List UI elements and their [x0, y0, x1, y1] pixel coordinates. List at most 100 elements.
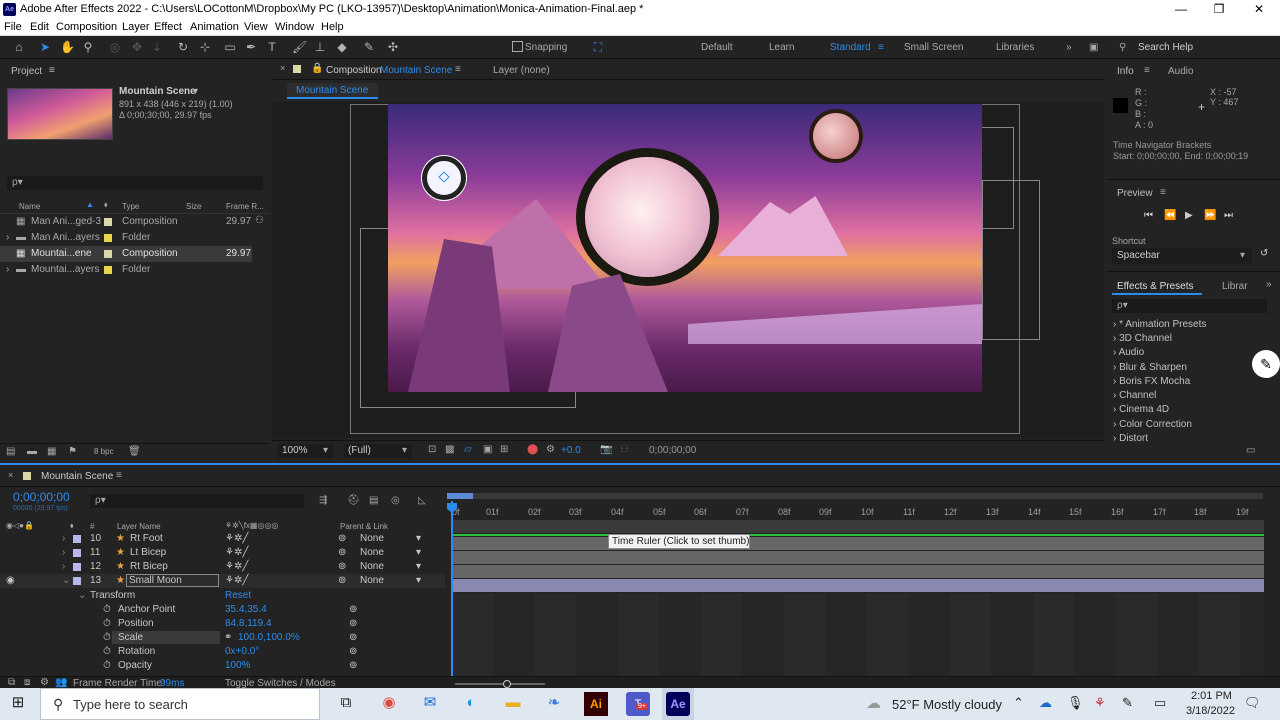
number-column[interactable]: # [90, 522, 94, 531]
file-explorer-icon[interactable]: ▬ [498, 688, 528, 718]
hand-tool-icon[interactable]: ✋ [60, 40, 75, 54]
menu-edit[interactable]: Edit [30, 21, 49, 33]
delete-icon[interactable]: 🗑 [128, 446, 141, 457]
play-icon[interactable]: ▶ [1185, 210, 1193, 221]
expand-arrow-icon[interactable]: › [62, 561, 65, 572]
snapping-checkbox[interactable] [512, 41, 523, 52]
effects-list-item[interactable]: › Boris FX Mocha [1113, 376, 1190, 387]
menu-animation[interactable]: Animation [190, 21, 239, 33]
layer-bar[interactable] [452, 565, 1264, 578]
rectangle-tool-icon[interactable]: ▭ [223, 40, 237, 54]
task-view-icon[interactable]: ⧉ [331, 688, 361, 718]
comp-tab-prefix[interactable]: Composition [326, 65, 382, 76]
reset-icon[interactable]: ↺ [1260, 248, 1268, 259]
project-item[interactable]: ▦ Man Ani...ged-3 Composition 29.97 ⚇ [0, 214, 270, 230]
expression-pickwhip-icon[interactable]: ⊚ [349, 660, 357, 671]
render-time-icon[interactable]: 👥 [55, 677, 67, 688]
label-swatch[interactable] [104, 250, 112, 258]
layer-switches-icons[interactable]: ⚘✲╱ [225, 575, 248, 586]
rotate-tool-icon[interactable]: ↻ [176, 40, 190, 54]
flowchart-icon[interactable]: ⚇ [255, 215, 264, 226]
snap-options-icon[interactable]: ⛶ [591, 40, 605, 54]
panel-menu-icon[interactable]: ≡ [1160, 187, 1166, 198]
zoom-dropdown[interactable]: 100% ▾ [278, 444, 333, 458]
property-value[interactable]: 35.4,35.4 [225, 604, 267, 615]
workspace-libraries[interactable]: Libraries [996, 42, 1034, 53]
last-frame-icon[interactable]: ⏭ [1224, 210, 1233, 221]
layer-row[interactable]: › 11 ★ Lt Bicep ⚘✲╱ ⊚ None ▾ [0, 546, 445, 560]
expression-pickwhip-icon[interactable]: ⊚ [349, 632, 357, 643]
visibility-eye-icon[interactable]: ◉ [6, 575, 15, 586]
parent-link-header[interactable]: Parent & Link [340, 522, 388, 531]
taskbar-search-box[interactable]: ⚲ Type here to search [40, 688, 320, 720]
roto-brush-tool-icon[interactable]: ✎ [362, 40, 376, 54]
collapse-arrow-icon[interactable]: ⌄ [78, 590, 86, 601]
project-item-selected[interactable]: ▦ Mountai...ene Composition 29.97 [0, 246, 252, 262]
current-time-indicator[interactable] [451, 501, 453, 677]
time-ruler[interactable]: 0f 01f 02f 03f 04f 05f 06f 07f 08f 09f 1… [447, 501, 1263, 519]
col-type[interactable]: Type [122, 202, 139, 211]
effects-list-item[interactable]: › Color Correction [1113, 419, 1192, 430]
parent-dropdown[interactable]: None [360, 533, 384, 544]
first-frame-icon[interactable]: ⏮ [1144, 210, 1153, 221]
workspace-default[interactable]: Default [701, 42, 733, 53]
dolly-tool-icon[interactable]: ⇣ [150, 40, 164, 54]
comp-tab-name[interactable]: Mountain Scene [380, 65, 452, 76]
effects-list-item[interactable]: › 3D Channel [1113, 333, 1172, 344]
layer-name-edit[interactable]: Small Moon [126, 574, 219, 587]
parent-dropdown[interactable]: None [360, 561, 384, 572]
chrome-icon[interactable]: ◉ [374, 688, 404, 718]
stopwatch-icon[interactable]: ⏱ [103, 660, 111, 671]
layer-name[interactable]: Rt Foot [130, 533, 163, 544]
col-name[interactable]: Name [19, 202, 40, 211]
pickwhip-icon[interactable]: ⊚ [338, 575, 346, 586]
next-frame-icon[interactable]: ⏩ [1204, 210, 1216, 221]
layer-label-swatch[interactable] [73, 577, 81, 585]
pen-tool-icon[interactable]: ✒ [244, 40, 258, 54]
label-swatch[interactable] [104, 266, 112, 274]
effects-list-item[interactable]: › * Animation Presets [1113, 319, 1206, 330]
workspace-menu-icon[interactable]: ≡ [878, 42, 884, 53]
menu-help[interactable]: Help [321, 21, 344, 33]
col-frame-rate[interactable]: Frame R... [226, 202, 264, 211]
orbit-tool-icon[interactable]: ◎ [108, 40, 122, 54]
layer-name[interactable]: Rt Bicep [130, 561, 168, 572]
panel-menu-icon[interactable]: ≡ [455, 64, 461, 75]
layer-bar[interactable] [452, 537, 1264, 550]
new-bin-icon[interactable]: ▭ [1246, 445, 1255, 456]
render-queue-icon[interactable]: ⚑ [68, 446, 77, 457]
comp-viewer[interactable] [272, 102, 1104, 438]
workspace-standard[interactable]: Standard [830, 42, 871, 53]
transform-reset-link[interactable]: Reset [225, 590, 251, 601]
region-of-interest-icon[interactable]: ⊡ [428, 444, 436, 455]
pickwhip-icon[interactable]: ⊚ [338, 561, 346, 572]
weather-text[interactable]: 52°F Mostly cloudy [892, 697, 1002, 712]
shortcut-dropdown[interactable]: Spacebar ▾ [1112, 248, 1252, 264]
in-out-icon[interactable]: ⚙ [40, 677, 49, 688]
constrain-link-icon[interactable]: ⚭ [224, 632, 232, 643]
timeline-tab-name[interactable]: Mountain Scene [41, 471, 113, 482]
expand-arrow-icon[interactable]: › [62, 547, 65, 558]
layer-bar-selected[interactable] [452, 579, 1264, 592]
stopwatch-icon[interactable]: ⏱ [103, 604, 111, 615]
lock-icon[interactable]: 🔒 [311, 63, 323, 74]
search-help-input[interactable]: Search Help [1138, 42, 1193, 53]
edit-pen-icon[interactable]: ✎ [1252, 350, 1280, 378]
pan-tool-icon[interactable]: ✥ [130, 40, 144, 54]
layer-label-swatch[interactable] [73, 563, 81, 571]
onedrive-icon[interactable]: ☁ [1039, 695, 1052, 711]
expression-pickwhip-icon[interactable]: ⊚ [349, 646, 357, 657]
scene-artwork[interactable] [388, 104, 982, 392]
exposure-value[interactable]: +0.0 [561, 445, 581, 456]
layer-row-selected[interactable]: ◉ ⌄ 13 ★ Small Moon ⚘✲╱ ⊚ None ▾ [0, 574, 445, 588]
project-panel-title[interactable]: Project [11, 66, 42, 77]
more-workspaces-icon[interactable]: » [1066, 42, 1072, 53]
microphone-icon[interactable]: 🎙 [1067, 695, 1084, 711]
show-snapshot-icon[interactable]: ⚇ [620, 444, 629, 455]
graph-editor-icon[interactable]: ◺ [418, 495, 426, 506]
av-features-icon[interactable]: ◉◁●🔒 [6, 521, 34, 530]
property-row[interactable]: ⏱ Position 84.8,119.4 ⊚ [0, 617, 445, 631]
property-value[interactable]: 0x+0.0° [225, 646, 259, 657]
close-tab-icon[interactable]: × [8, 470, 13, 480]
menu-file[interactable]: File [4, 21, 22, 33]
